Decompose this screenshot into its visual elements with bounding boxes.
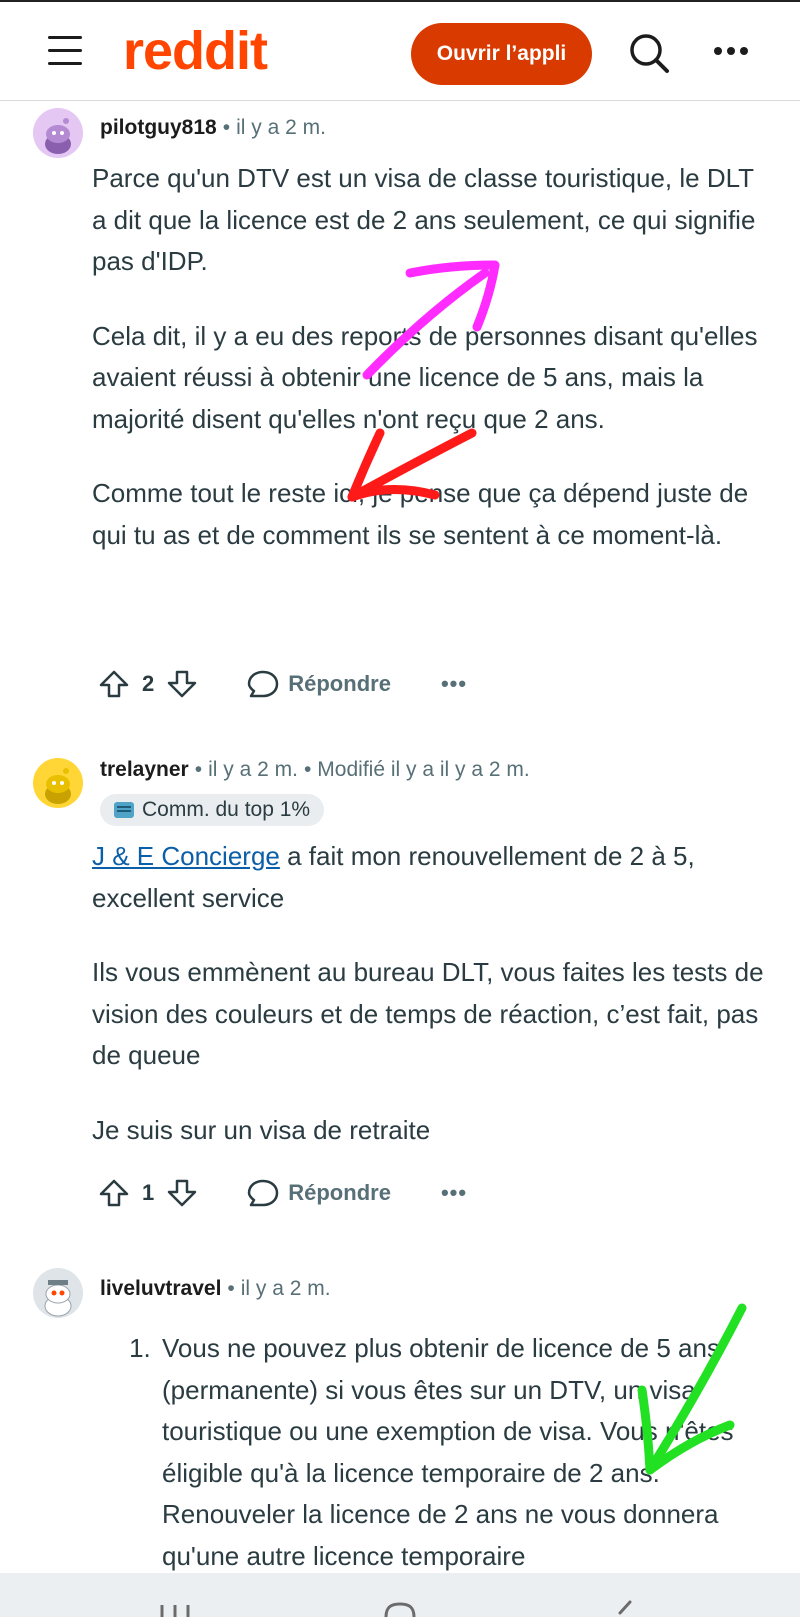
comment-actions: 1 Répondre ••• — [98, 1173, 467, 1213]
comment-paragraph: Parce qu'un DTV est un visa de classe to… — [92, 163, 756, 276]
list-item: Vous ne pouvez plus obtenir de licence d… — [158, 1328, 772, 1577]
comment-paragraph: J & E Concierge a fait mon renouvellemen… — [92, 841, 695, 913]
more-icon[interactable] — [712, 44, 752, 58]
flair-label: Comm. du top 1% — [142, 798, 311, 821]
reply-button[interactable]: Répondre — [246, 1177, 391, 1209]
comment-body: Parce qu'un DTV est un visa de classe to… — [92, 158, 772, 589]
reply-label: Répondre — [288, 1180, 391, 1205]
downvote-icon[interactable] — [166, 1177, 198, 1209]
open-app-button[interactable]: Ouvrir l’appli — [411, 23, 592, 85]
avatar[interactable] — [33, 108, 83, 158]
downvote-icon[interactable] — [166, 668, 198, 700]
comment-meta: trelayner • il y a 2 m. • Modifié il y a il … — [100, 758, 530, 781]
username[interactable]: liveluvtravel — [100, 1277, 221, 1300]
comment-paragraph: Je suis sur un visa de retraite — [92, 1114, 431, 1145]
timestamp: il y a 2 m. — [236, 116, 326, 139]
vote-count: 1 — [142, 1180, 155, 1205]
edited-label: Modifié il y a il y a 2 m. — [317, 758, 530, 781]
bottom-nav-bar — [0, 1573, 800, 1617]
comment-icon — [248, 1179, 279, 1207]
user-flair: Comm. du top 1% — [100, 794, 325, 826]
comment-paragraph: Ils vous emmènent au bureau DLT, vous fa… — [92, 957, 764, 1070]
avatar[interactable] — [33, 1268, 83, 1318]
avatar[interactable] — [33, 758, 83, 808]
reply-label: Répondre — [288, 671, 391, 696]
home-icon[interactable] — [383, 1601, 417, 1617]
comment-meta: pilotguy818 • il y a 2 m. — [100, 116, 326, 139]
comment-meta: liveluvtravel • il y a 2 m. — [100, 1277, 331, 1300]
comment-icon — [248, 670, 279, 698]
comment-actions: 2 Répondre ••• — [98, 664, 467, 704]
back-icon[interactable] — [612, 1599, 636, 1617]
username[interactable]: pilotguy818 — [100, 116, 217, 139]
comment-body: Vous ne pouvez plus obtenir de licence d… — [92, 1328, 772, 1577]
username[interactable]: trelayner — [100, 758, 189, 781]
comment-paragraph: Cela dit, il y a eu des reports de perso… — [92, 320, 758, 434]
more-options-icon[interactable]: ••• — [441, 671, 467, 697]
concierge-link[interactable]: J & E Concierge — [92, 841, 280, 871]
flair-icon — [114, 802, 134, 818]
comment-body: J & E Concierge a fait mon renouvellemen… — [92, 836, 772, 1184]
search-icon[interactable] — [628, 32, 672, 76]
reddit-logo[interactable]: reddit — [123, 20, 268, 82]
comment-paragraph: Comme tout le reste ici, je pense que ça… — [92, 478, 749, 550]
upvote-icon[interactable] — [98, 668, 130, 700]
timestamp: il y a 2 m. — [208, 758, 298, 781]
recent-apps-icon[interactable] — [158, 1601, 192, 1617]
numbered-list: Vous ne pouvez plus obtenir de licence d… — [92, 1328, 772, 1577]
reply-button[interactable]: Répondre — [246, 668, 391, 700]
menu-icon[interactable] — [48, 34, 84, 68]
top-bar: reddit Ouvrir l’appli — [0, 0, 800, 101]
more-options-icon[interactable]: ••• — [441, 1180, 467, 1206]
timestamp: il y a 2 m. — [240, 1277, 331, 1300]
upvote-icon[interactable] — [98, 1177, 130, 1209]
vote-count: 2 — [142, 671, 155, 696]
